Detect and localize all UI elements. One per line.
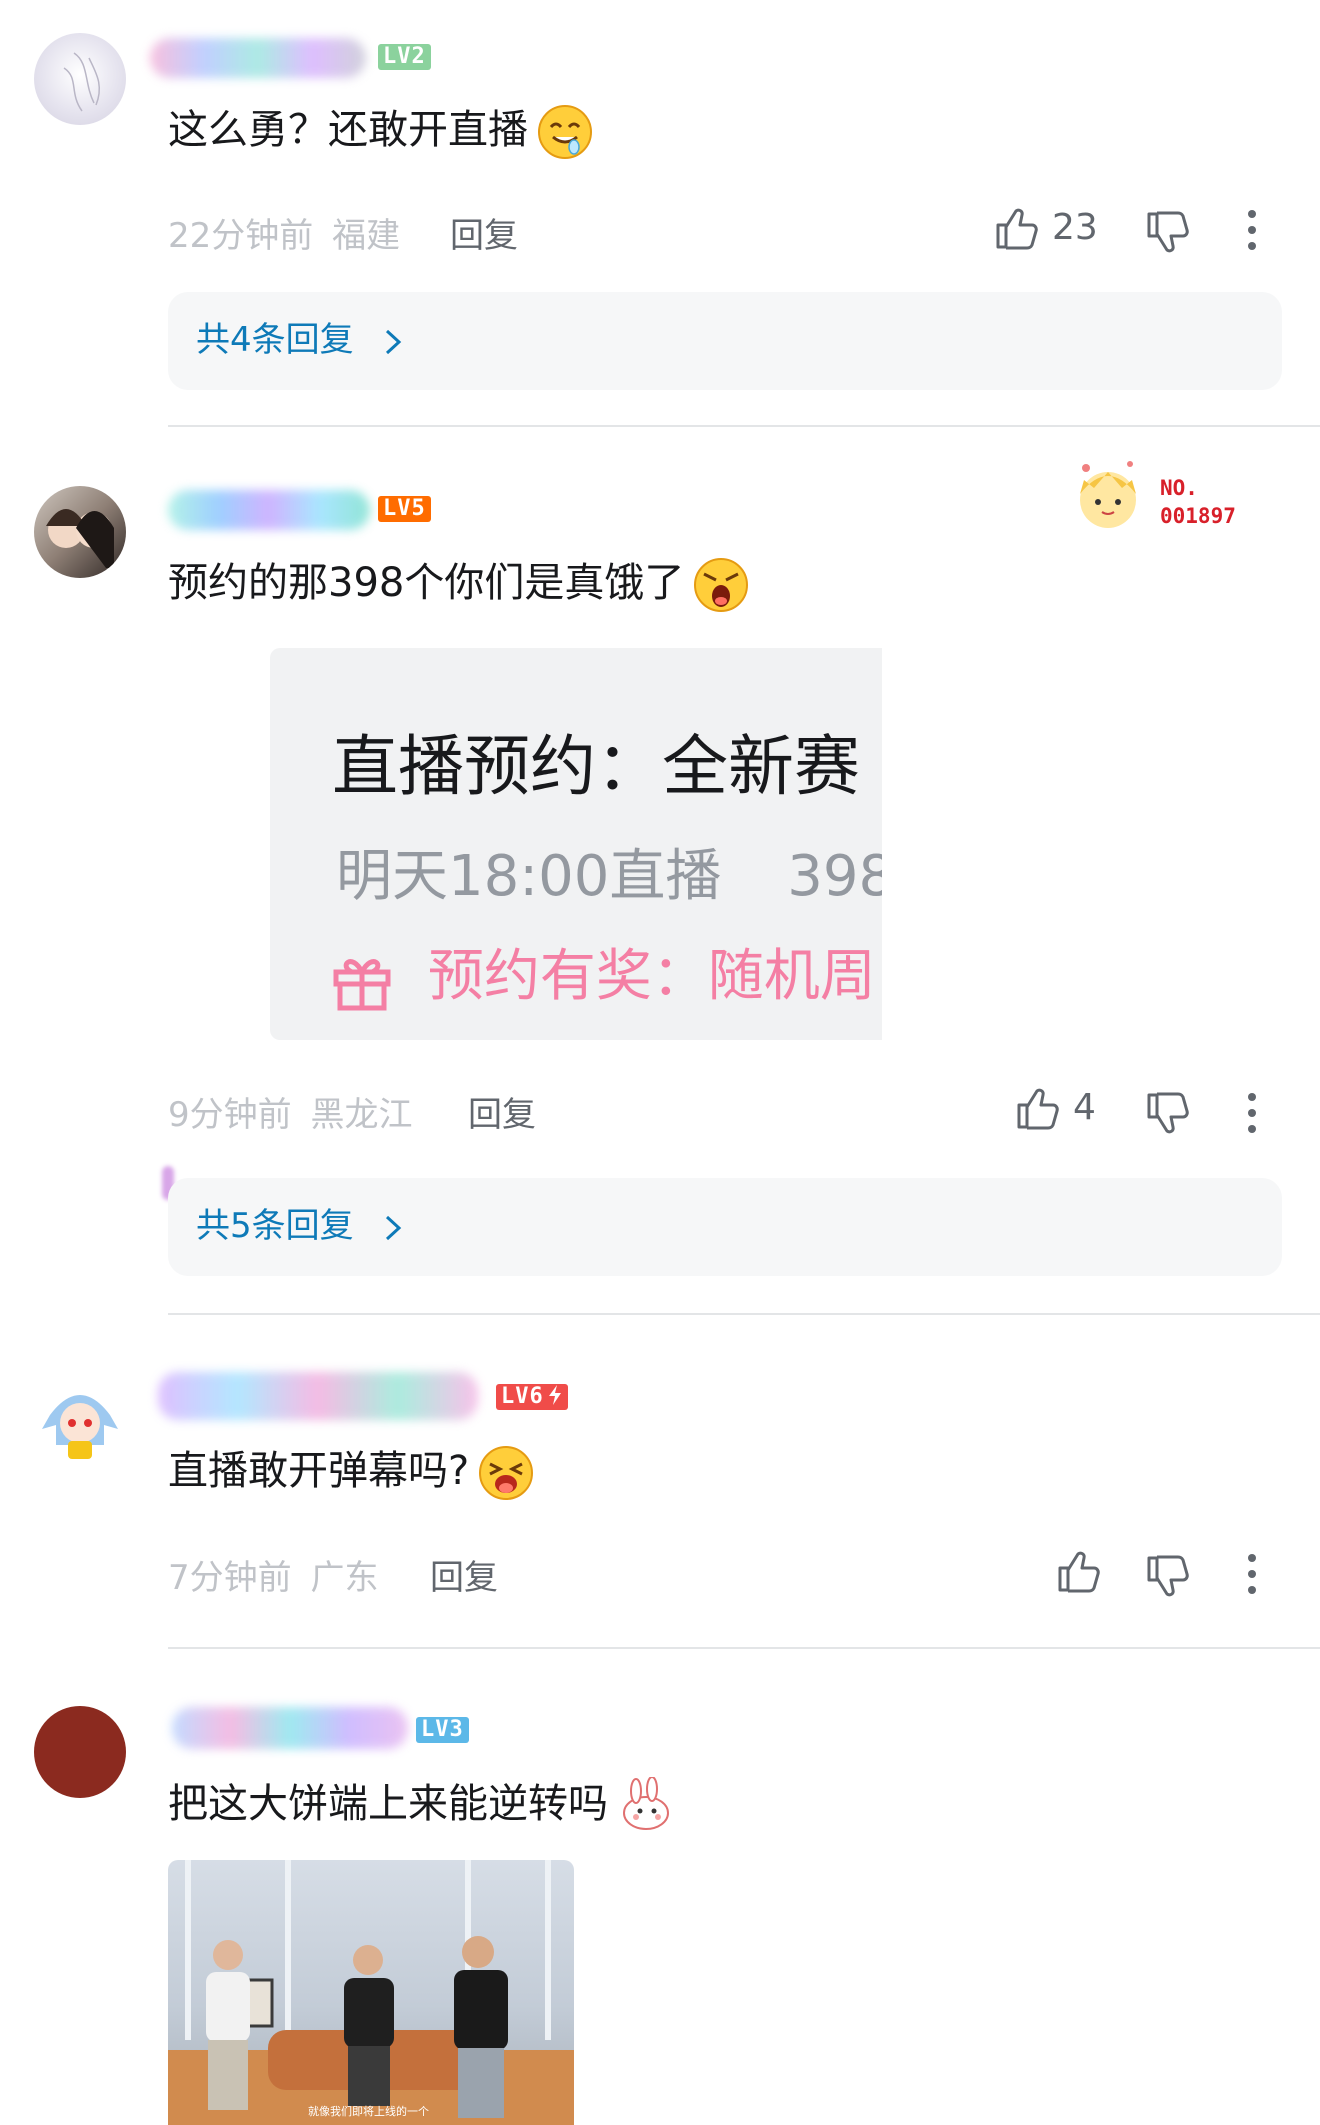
username[interactable]: [158, 1372, 478, 1420]
drooling-emoji-icon: [538, 105, 592, 159]
comment-meta: 7分钟前 广东: [168, 1550, 378, 1599]
thumbs-up-icon[interactable]: [1054, 1548, 1102, 1596]
reply-button[interactable]: 回复: [450, 208, 518, 257]
level-badge: LV2: [378, 44, 431, 70]
thumbs-up-icon[interactable]: [992, 205, 1040, 253]
comment-text-content: 这么勇？还敢开直播: [168, 107, 528, 153]
photo-scene-icon: [168, 1860, 574, 2125]
image-reward-text: 预约有奖：随机周: [427, 944, 876, 1009]
comment-location: 黑龙江: [310, 1095, 413, 1135]
username[interactable]: [150, 38, 366, 78]
avatar-couple-icon: [46, 509, 114, 568]
comment-divider: [168, 1313, 1320, 1315]
thumbs-down-icon[interactable]: [1143, 1552, 1191, 1600]
thumbs-down-icon[interactable]: [1143, 208, 1191, 256]
avatar[interactable]: [34, 1375, 126, 1467]
avatar[interactable]: [34, 486, 126, 578]
comment-text: 预约的那398个你们是真饿了: [168, 553, 750, 614]
comment-text-content: 把这大饼端上来能逆转吗: [168, 1781, 608, 1827]
thumbs-down-icon[interactable]: [1143, 1089, 1191, 1137]
lightning-icon: [548, 1385, 561, 1405]
comment-text-content: 预约的那398个你们是真饿了: [168, 560, 685, 606]
replies-count-label: 共4条回复: [196, 316, 404, 364]
chevron-right-icon: [386, 1215, 402, 1240]
comment-meta: 9分钟前 黑龙江: [168, 1087, 412, 1136]
comment-image[interactable]: 直播预约：全新赛 明天18:00直播 398 预约有奖：随机周: [270, 648, 882, 1040]
thumbs-up-icon[interactable]: [1013, 1085, 1061, 1133]
mascot-avatar-icon: [42, 1395, 118, 1459]
badge-number: 001897: [1160, 504, 1236, 528]
comment-location: 广东: [310, 1558, 379, 1598]
more-vertical-icon[interactable]: [1246, 1087, 1258, 1139]
comment-divider: [168, 1647, 1320, 1649]
video-subtitle: 就像我们即将上线的一个: [308, 2105, 429, 2118]
like-count: 4: [1073, 1087, 1096, 1128]
username[interactable]: [168, 490, 370, 530]
comment-text-content: 直播敢开弹幕吗?: [168, 1448, 470, 1494]
comment-location: 福建: [332, 216, 401, 256]
more-vertical-icon[interactable]: [1246, 204, 1258, 256]
level-badge: LV3: [416, 1717, 469, 1743]
image-title: 直播预约：全新赛: [332, 728, 860, 805]
image-reward-line: 预约有奖：随机周: [330, 931, 876, 1012]
avatar[interactable]: [34, 1706, 126, 1798]
level-badge: LV5: [378, 496, 431, 522]
avatar[interactable]: [34, 33, 126, 125]
image-time-text: 明天18:00直播: [336, 844, 722, 909]
more-vertical-icon[interactable]: [1246, 1548, 1258, 1600]
avatar-sketch-icon: [63, 52, 101, 112]
badge-line1: NO.: [1160, 476, 1198, 500]
comment-time: 9分钟前: [168, 1095, 292, 1135]
image-count-text: 398: [787, 844, 882, 909]
comment-divider: [168, 425, 1320, 427]
gift-icon: [333, 959, 391, 1011]
comment-text: 把这大饼端上来能逆转吗: [168, 1774, 674, 1835]
comment-time: 22分钟前: [168, 216, 314, 256]
fan-badge: NO. 001897: [1068, 454, 1278, 534]
image-time-line: 明天18:00直播 398: [336, 831, 882, 912]
anime-girl-badge-icon: [1080, 461, 1136, 528]
level-text: LV6: [501, 1384, 544, 1409]
replies-count-label: 共5条回复: [196, 1202, 404, 1250]
view-replies-button[interactable]: 共5条回复: [168, 1178, 1282, 1276]
comment-text: 直播敢开弹幕吗?: [168, 1441, 535, 1502]
comment-time: 7分钟前: [168, 1558, 292, 1598]
like-count: 23: [1052, 207, 1098, 248]
view-replies-button[interactable]: 共4条回复: [168, 292, 1282, 390]
replies-label-text: 共4条回复: [196, 320, 354, 360]
comment-photo[interactable]: 就像我们即将上线的一个: [168, 1860, 574, 2125]
reply-button[interactable]: 回复: [468, 1087, 536, 1136]
username[interactable]: [172, 1707, 408, 1749]
comment-text: 这么勇？还敢开直播: [168, 100, 594, 161]
bunny-sticker-icon: [623, 1777, 669, 1830]
chevron-right-icon: [386, 329, 402, 354]
level-badge: LV6: [496, 1384, 568, 1410]
comment-meta: 22分钟前 福建: [168, 208, 400, 257]
reply-button[interactable]: 回复: [430, 1550, 498, 1599]
badge-label: NO. 001897: [1160, 474, 1236, 530]
tongue-out-emoji-icon: [479, 1446, 534, 1500]
shocked-emoji-icon: [694, 558, 749, 612]
replies-label-text: 共5条回复: [196, 1206, 354, 1246]
